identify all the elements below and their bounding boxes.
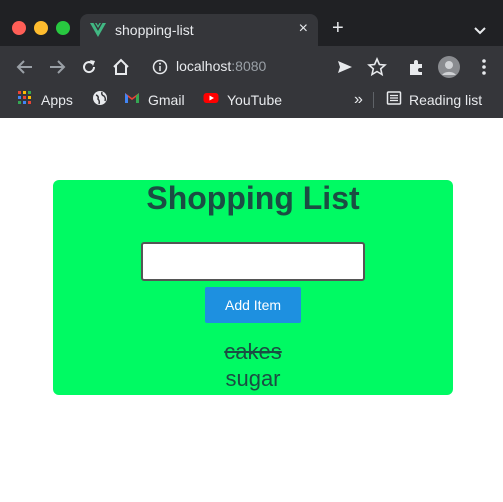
- home-icon[interactable]: [111, 57, 131, 77]
- close-tab-icon[interactable]: ×: [299, 20, 308, 38]
- bookmark-apps[interactable]: Apps: [41, 91, 73, 111]
- bookmark-youtube[interactable]: YouTube: [227, 91, 282, 111]
- forward-icon[interactable]: [47, 57, 67, 77]
- back-icon[interactable]: [15, 57, 35, 77]
- address-bar-url[interactable]: localhost:8080: [176, 58, 266, 74]
- list-item[interactable]: cakes: [53, 338, 453, 365]
- page-title: Shopping List: [146, 180, 360, 216]
- tab-strip: shopping-list × +: [0, 0, 503, 46]
- page-content: Shopping List Add Item cakes sugar: [0, 118, 503, 502]
- send-tab-icon[interactable]: [335, 57, 355, 77]
- kebab-menu-icon[interactable]: [474, 57, 494, 77]
- url-port: :8080: [231, 58, 267, 74]
- new-tab-icon[interactable]: +: [332, 18, 344, 38]
- chevron-down-icon[interactable]: [472, 22, 488, 38]
- bookmark-gmail[interactable]: Gmail: [148, 91, 185, 111]
- item-input[interactable]: [141, 242, 365, 281]
- reload-icon[interactable]: [79, 57, 99, 77]
- bookmarks-divider: [373, 92, 374, 108]
- extensions-icon[interactable]: [406, 57, 426, 77]
- tab-title: shopping-list: [115, 22, 194, 38]
- reading-list-icon[interactable]: [386, 90, 402, 106]
- bookmark-star-icon[interactable]: [367, 57, 387, 77]
- items-list: cakes sugar: [53, 338, 453, 392]
- close-window-icon[interactable]: [12, 21, 26, 35]
- youtube-icon[interactable]: [203, 90, 219, 106]
- url-host: localhost: [176, 58, 232, 74]
- bookmarks-overflow-chevron[interactable]: »: [354, 91, 363, 111]
- minimize-window-icon[interactable]: [34, 21, 48, 35]
- profile-avatar-icon[interactable]: [438, 56, 460, 78]
- reading-list-button[interactable]: Reading list: [409, 91, 482, 111]
- browser-tab[interactable]: shopping-list ×: [80, 14, 318, 46]
- bookmarks-bar: Apps Gmail YouTube » Reading list: [0, 86, 503, 116]
- browser-chrome: shopping-list × + localhost:8080 Apps Gm…: [0, 0, 503, 118]
- globe-icon[interactable]: [92, 90, 108, 106]
- vue-logo-icon: [90, 23, 106, 37]
- gmail-icon[interactable]: [124, 90, 140, 106]
- site-info-icon[interactable]: [152, 59, 168, 75]
- maximize-window-icon[interactable]: [56, 21, 70, 35]
- shopping-list-card: Shopping List Add Item cakes sugar: [53, 180, 453, 395]
- list-item[interactable]: sugar: [53, 365, 453, 392]
- add-item-button[interactable]: Add Item: [205, 287, 301, 323]
